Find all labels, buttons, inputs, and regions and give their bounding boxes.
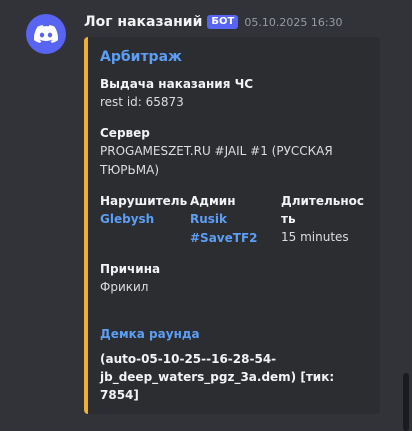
embed-title: Арбитраж [100, 49, 182, 65]
author-name[interactable]: Лог наказаний [84, 14, 202, 30]
field-server-value: PROGAMESZET.RU #JAIL #1 (РУССКАЯ ТЮРЬМА) [100, 144, 333, 177]
field-server: Сервер PROGAMESZET.RU #JAIL #1 (РУССКАЯ … [100, 124, 368, 180]
message-timestamp[interactable]: 05.10.2025 16:30 [244, 16, 342, 29]
field-duration-value: 15 minutes [281, 230, 349, 244]
embed-card: Арбитраж Выдача наказания ЧС rest id: 65… [84, 37, 380, 414]
field-punishment-name: Выдача наказания ЧС [100, 77, 254, 91]
field-violator-name: Нарушитель [100, 194, 188, 208]
discord-logo-icon [34, 25, 58, 43]
admin-link[interactable]: Rusik [190, 210, 281, 229]
bot-badge: БОТ [207, 15, 239, 29]
field-reason-value: Фрикил [100, 280, 149, 294]
field-reason: Причина Фрикил [100, 260, 368, 297]
field-server-name: Сервер [100, 126, 150, 140]
field-reason-name: Причина [100, 262, 161, 276]
demo-link[interactable]: Демка раунда [100, 325, 368, 344]
scrollbar-thumb[interactable] [403, 373, 409, 431]
admin-link-tag[interactable]: #SaveTF2 [190, 229, 281, 248]
field-admin: Админ Rusik #SaveTF2 [190, 192, 281, 248]
field-violator: Нарушитель Glebysh [100, 192, 190, 248]
violator-link[interactable]: Glebysh [100, 210, 190, 229]
field-punishment: Выдача наказания ЧС rest id: 65873 [100, 75, 368, 112]
demo-filename: (auto-05-10-25--16-28-54-jb_deep_waters_… [100, 352, 335, 402]
field-punishment-value: rest id: 65873 [100, 95, 184, 109]
avatar[interactable] [26, 14, 66, 54]
field-admin-name: Админ [190, 194, 236, 208]
field-duration: Длительность 15 minutes [281, 192, 369, 248]
field-duration-name: Длительность [281, 194, 365, 226]
message-header: Лог наказаний БОТ 05.10.2025 16:30 [84, 14, 343, 30]
inline-fields-row: Нарушитель Glebysh Админ Rusik #SaveTF2 … [100, 192, 368, 248]
